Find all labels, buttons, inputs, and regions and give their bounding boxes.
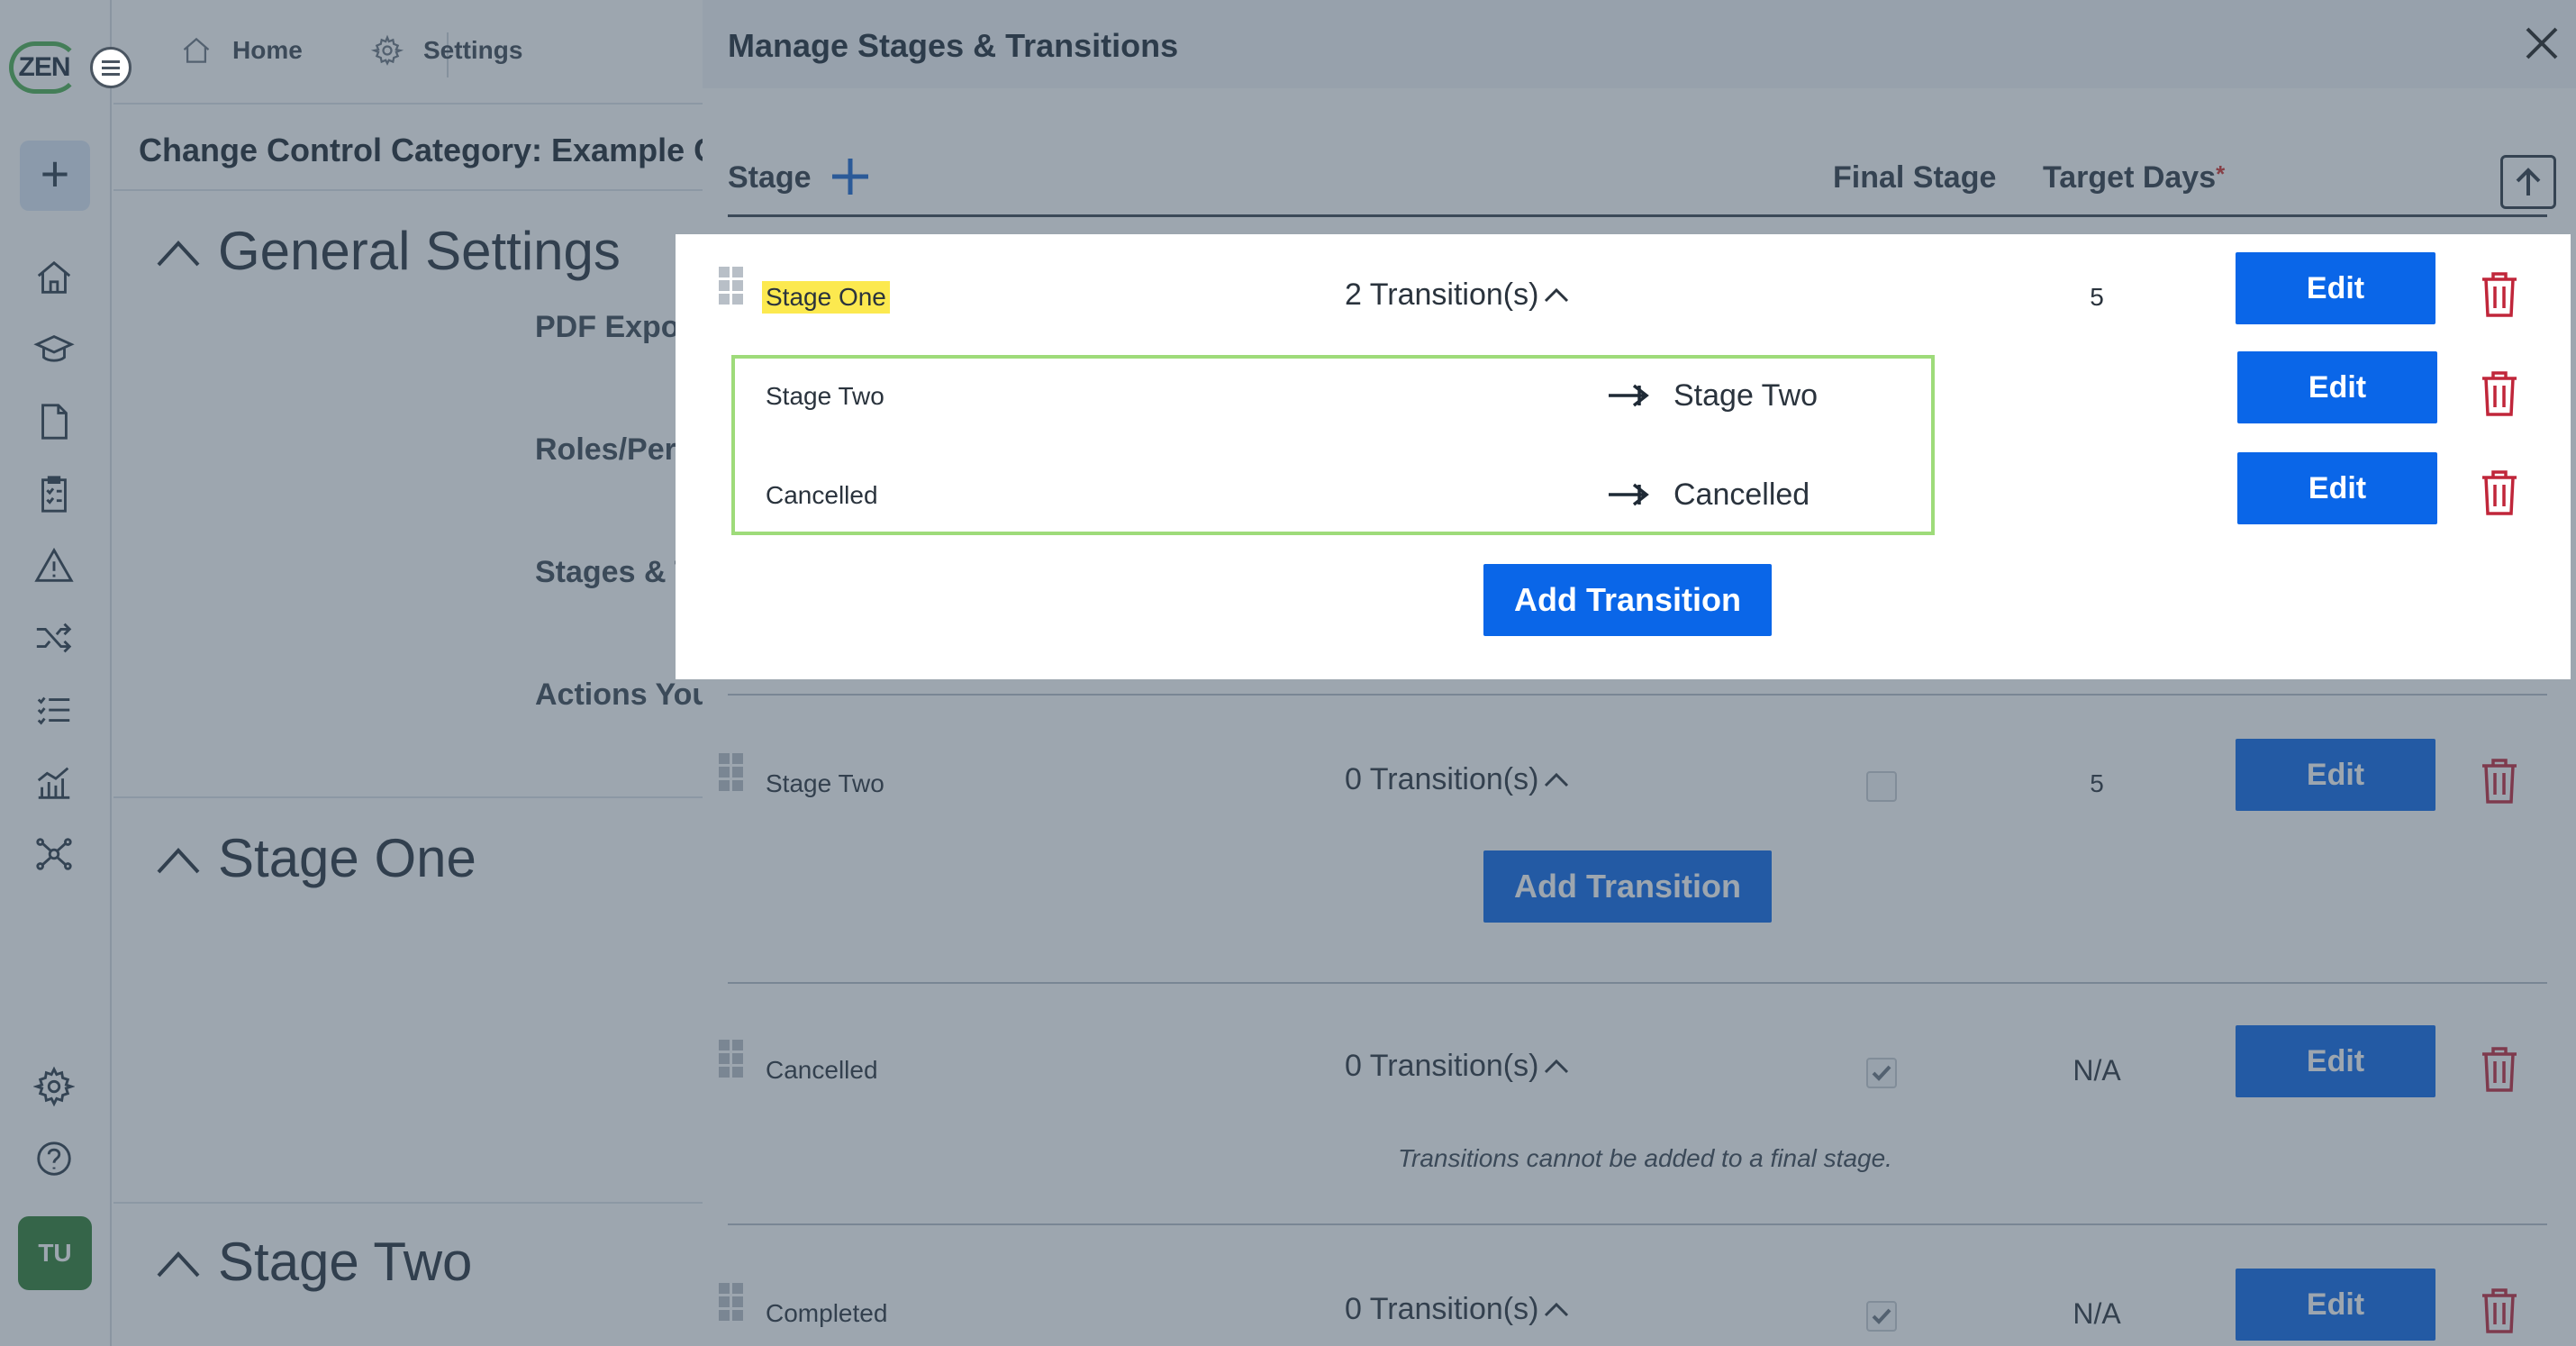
drag-handle-icon[interactable] <box>719 267 746 305</box>
transition-from: Cancelled <box>766 481 878 509</box>
transitions-toggle[interactable]: 2 Transition(s) <box>1345 277 1571 313</box>
chevron-up-icon <box>1545 287 1569 302</box>
trash-icon <box>2482 470 2517 515</box>
edit-stage-button[interactable]: Edit <box>2236 252 2435 324</box>
transition-to: Cancelled <box>1673 477 1810 512</box>
transitions-count: 2 Transition(s) <box>1345 277 1539 312</box>
transition-to: Stage Two <box>1673 378 1819 413</box>
delete-transition-button[interactable] <box>2479 369 2520 418</box>
arrow-right-icon <box>1607 382 1652 409</box>
arrow-right-icon <box>1607 481 1652 508</box>
hamburger-icon <box>102 66 120 69</box>
target-days-value: 5 <box>2090 283 2104 311</box>
edit-transition-button[interactable]: Edit <box>2237 351 2437 423</box>
edit-transition-button[interactable]: Edit <box>2237 452 2437 524</box>
stage-name-highlighted: Stage One <box>762 281 890 314</box>
transition-from: Stage Two <box>766 382 884 410</box>
add-transition-button[interactable]: Add Transition <box>1483 564 1772 636</box>
collapse-menu-button[interactable] <box>90 47 132 88</box>
trash-icon <box>2482 371 2517 416</box>
delete-transition-button[interactable] <box>2479 468 2520 517</box>
trash-icon <box>2482 272 2517 317</box>
delete-stage-button[interactable] <box>2479 270 2520 319</box>
